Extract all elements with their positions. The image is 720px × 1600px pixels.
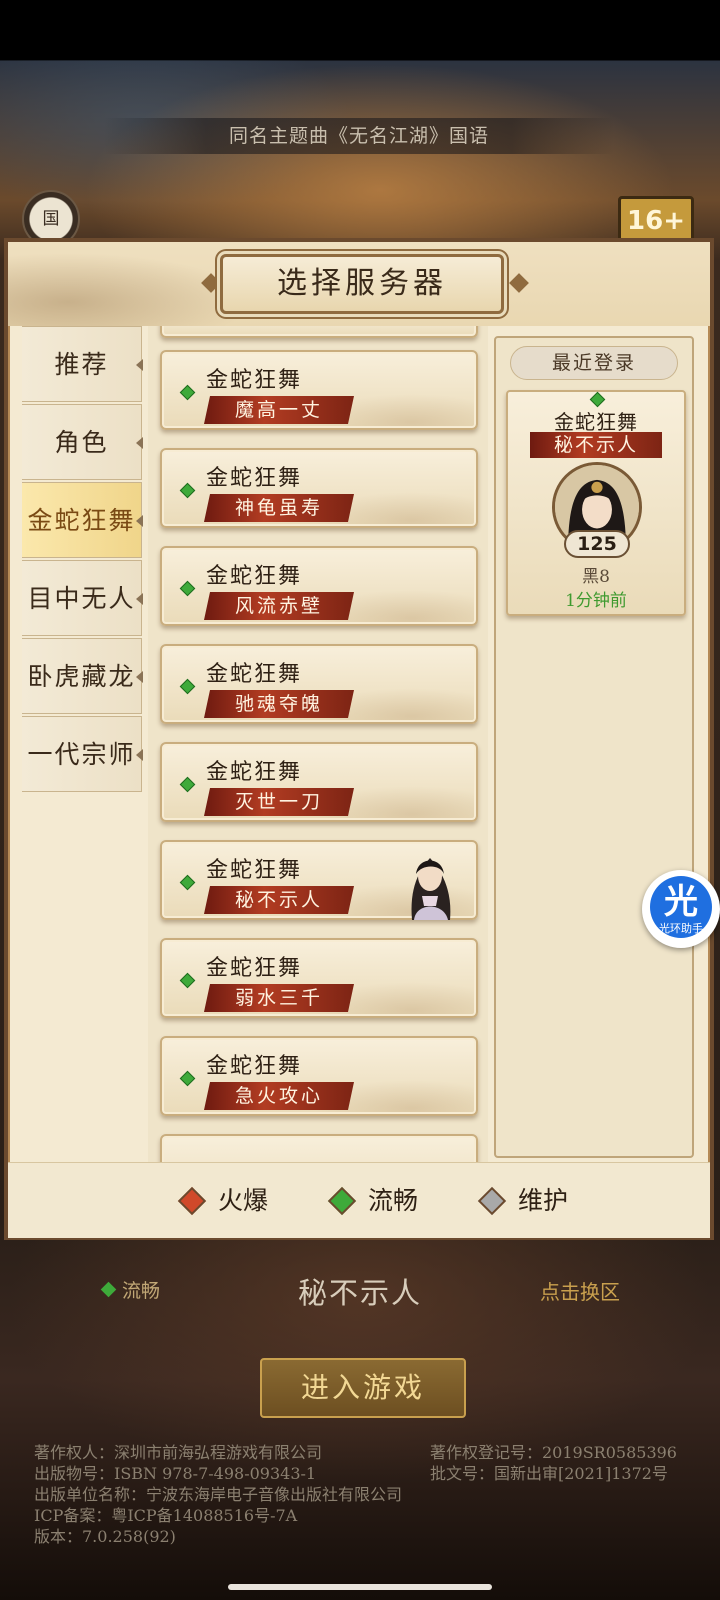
status-smooth-icon <box>179 1070 196 1087</box>
dialog-header: 选择服务器 <box>8 242 710 326</box>
caret-left-icon <box>136 749 143 761</box>
tab-characters[interactable]: 角色 <box>22 404 143 480</box>
tab-label: 一代宗师 <box>27 740 136 769</box>
server-zone: 金蛇狂舞 <box>206 1054 303 1079</box>
server-zone: 金蛇狂舞 <box>206 956 303 981</box>
server-card-partial[interactable] <box>160 1134 478 1162</box>
server-name: 魔高一丈 <box>204 396 354 424</box>
server-zone: 金蛇狂舞 <box>206 564 303 589</box>
status-legend: 火爆 流畅 维护 <box>8 1162 710 1238</box>
caret-left-icon <box>136 359 143 371</box>
server-zone: 金蛇狂舞 <box>206 858 303 883</box>
status-smooth-icon <box>179 580 196 597</box>
caret-left-icon <box>136 593 143 605</box>
tab-zone-jinshe[interactable]: 金蛇狂舞 <box>22 482 143 558</box>
publish-number: 出版物号：ISBN 978-7-498-09343-1 <box>34 1464 317 1483</box>
enter-game-button[interactable]: 进入游戏 <box>260 1358 466 1418</box>
status-smooth-icon <box>179 874 196 891</box>
floating-assistant-button[interactable]: 光 光环助手 <box>642 870 720 948</box>
publisher: 出版单位名称：宁波东海岸电子音像出版社有限公司 <box>34 1485 403 1504</box>
character-name: 黑8 <box>582 567 610 587</box>
server-name: 灭世一刀 <box>204 788 354 816</box>
tab-label: 金蛇狂舞 <box>27 506 136 535</box>
server-select-dialog: 选择服务器 推荐 角色 金蛇狂舞 目中无人 卧虎藏龙 一代宗师 金蛇狂舞 魔高一… <box>4 238 714 1240</box>
server-zone: 金蛇狂舞 <box>206 662 303 687</box>
character-level: 125 <box>564 530 630 558</box>
server-list[interactable]: 金蛇狂舞 魔高一丈 金蛇狂舞 神龟虽寿 金蛇狂舞 风流赤壁 金蛇狂舞 驰魂夺魄 … <box>148 326 488 1162</box>
tab-zone-wohu[interactable]: 卧虎藏龙 <box>22 638 143 714</box>
caret-left-icon <box>136 437 143 449</box>
tab-label: 目中无人 <box>27 584 136 613</box>
caret-left-icon <box>136 515 143 527</box>
recent-login-card[interactable]: 金蛇狂舞 秘不示人 125 黑8 1分钟前 <box>506 390 686 616</box>
theme-song-label: 同名主题曲《无名江湖》国语 <box>104 118 614 154</box>
zone-tab-list: 推荐 角色 金蛇狂舞 目中无人 卧虎藏龙 一代宗师 <box>22 326 143 1162</box>
caret-left-icon <box>136 671 143 683</box>
server-card[interactable]: 金蛇狂舞 急火攻心 <box>160 1036 478 1116</box>
home-indicator[interactable] <box>228 1584 492 1590</box>
recent-login-title: 最近登录 <box>510 346 678 380</box>
current-server-row: 流畅 秘不示人 点击换区 <box>0 1270 720 1310</box>
server-card[interactable]: 金蛇狂舞 风流赤壁 <box>160 546 478 626</box>
server-card[interactable]: 金蛇狂舞 灭世一刀 <box>160 742 478 822</box>
dialog-title: 选择服务器 <box>220 254 504 314</box>
server-name: 弱水三千 <box>204 984 354 1012</box>
ornament-icon <box>509 273 529 293</box>
legend-label: 流畅 <box>368 1186 419 1215</box>
server-zone: 金蛇狂舞 <box>206 368 303 393</box>
status-bar <box>0 0 720 60</box>
server-card[interactable]: 金蛇狂舞 弱水三千 <box>160 938 478 1018</box>
status-smooth-icon <box>589 391 606 408</box>
tab-zone-yidai[interactable]: 一代宗师 <box>22 716 143 792</box>
server-card[interactable]: 金蛇狂舞 神龟虽寿 <box>160 448 478 528</box>
icp-record: ICP备案：粤ICP备14088516号-7A <box>34 1506 298 1525</box>
tab-label: 角色 <box>54 428 109 457</box>
status-hot-icon <box>177 1186 207 1216</box>
status-smooth-icon <box>179 384 196 401</box>
status-smooth-icon <box>179 776 196 793</box>
approval-number: 批文号：国新出审[2021]1372号 <box>430 1464 668 1483</box>
server-name: 神龟虽寿 <box>204 494 354 522</box>
copyright-info: 著作权人：深圳市前海弘程游戏有限公司 著作权登记号：2019SR0585396 出… <box>34 1442 714 1547</box>
server-name: 急火攻心 <box>204 1082 354 1110</box>
status-smooth-icon <box>327 1186 357 1216</box>
version: 版本：7.0.258(92) <box>34 1527 176 1546</box>
recent-login-panel: 最近登录 金蛇狂舞 秘不示人 125 黑8 1分钟前 <box>494 336 694 1158</box>
recent-zone: 金蛇狂舞 <box>554 410 638 434</box>
server-name: 驰魂夺魄 <box>204 690 354 718</box>
server-card[interactable]: 金蛇狂舞 魔高一丈 <box>160 350 478 430</box>
last-login-time: 1分钟前 <box>565 591 627 611</box>
server-zone: 金蛇狂舞 <box>206 466 303 491</box>
recent-server-name: 秘不示人 <box>530 432 662 458</box>
character-portrait-icon <box>411 858 451 920</box>
server-zone: 金蛇狂舞 <box>206 760 303 785</box>
server-name: 秘不示人 <box>204 886 354 914</box>
ornament-icon <box>201 273 221 293</box>
tab-recommended[interactable]: 推荐 <box>22 326 143 402</box>
status-maintenance-icon <box>477 1186 507 1216</box>
server-card-with-character[interactable]: 金蛇狂舞 秘不示人 <box>160 840 478 920</box>
server-card[interactable]: 金蛇狂舞 驰魂夺魄 <box>160 644 478 724</box>
copyright-owner: 著作权人：深圳市前海弘程游戏有限公司 <box>34 1443 323 1462</box>
copyright-reg: 著作权登记号：2019SR0585396 <box>430 1443 677 1462</box>
server-name: 风流赤壁 <box>204 592 354 620</box>
tab-label: 推荐 <box>54 350 109 379</box>
tab-zone-muzhong[interactable]: 目中无人 <box>22 560 143 636</box>
status-smooth-icon <box>179 972 196 989</box>
legend-label: 维护 <box>518 1186 569 1215</box>
server-card-partial[interactable] <box>160 326 478 338</box>
legend-label: 火爆 <box>218 1186 269 1215</box>
status-smooth-icon <box>179 678 196 695</box>
assistant-caption: 光环助手 <box>659 922 703 935</box>
status-smooth-icon <box>179 482 196 499</box>
switch-server-link[interactable]: 点击换区 <box>540 1276 620 1305</box>
tab-label: 卧虎藏龙 <box>27 662 136 691</box>
